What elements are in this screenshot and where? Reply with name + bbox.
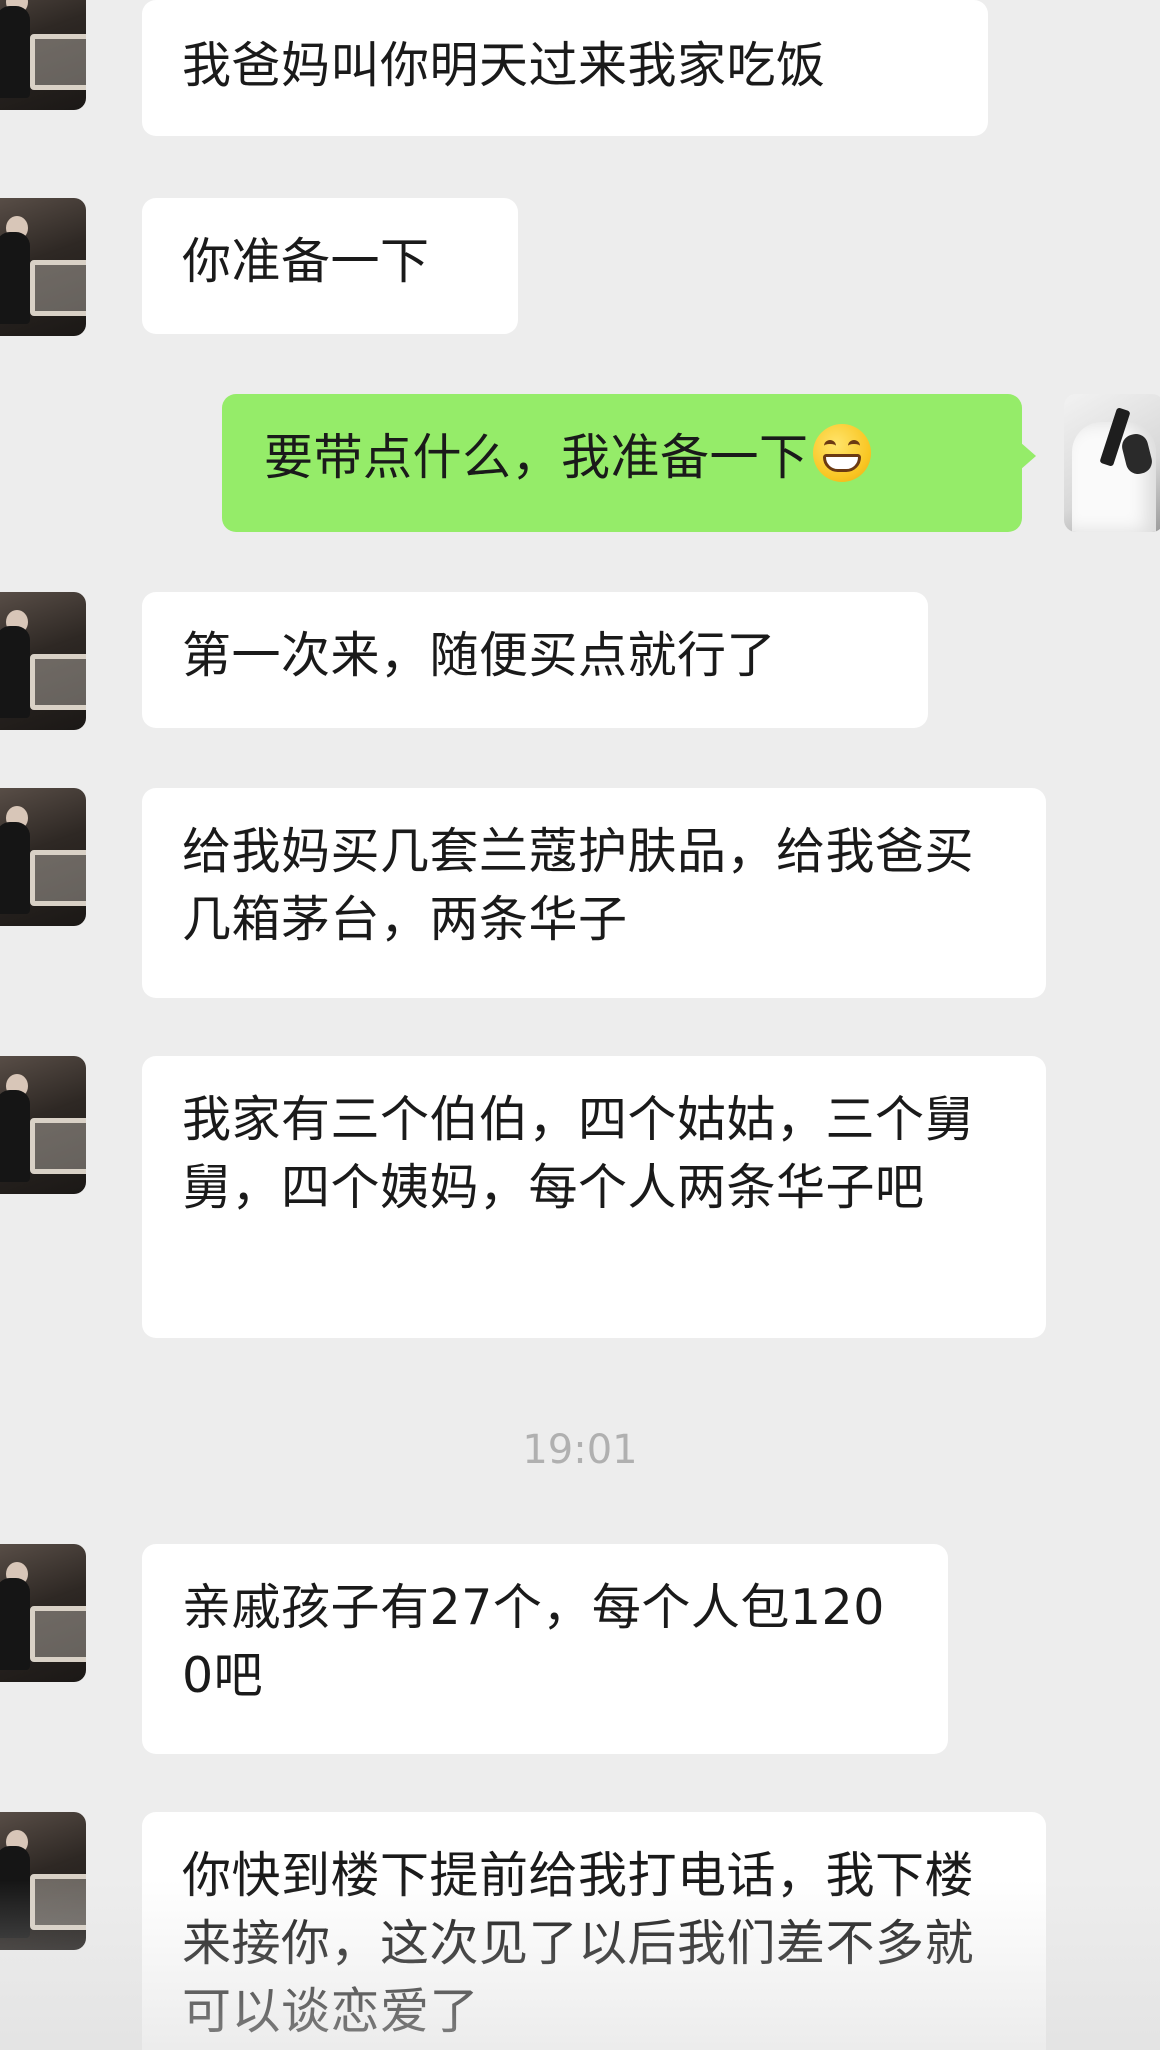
outgoing-message-bubble[interactable]: 要带点什么，我准备一下	[222, 394, 1036, 532]
avatar-chair	[30, 260, 86, 316]
chat-message-area[interactable]: 我爸妈叫你明天过来我家吃饭 你准备一下 要带点什么，我准备一下 第一次来，随便买…	[0, 0, 1160, 2050]
message-text: 要带点什么，我准备一下	[264, 429, 809, 486]
incoming-message-bubble[interactable]: 你快到楼下提前给我打电话，我下楼来接你，这次见了以后我们差不多就可以谈恋爱了	[142, 1812, 1046, 2050]
contact-avatar[interactable]	[0, 592, 86, 730]
avatar-chair	[30, 1118, 86, 1174]
contact-avatar[interactable]	[0, 1544, 86, 1682]
my-avatar[interactable]	[1064, 394, 1160, 532]
contact-avatar[interactable]	[0, 1056, 86, 1194]
incoming-message-bubble[interactable]: 亲戚孩子有27个，每个人包1200吧	[142, 1544, 948, 1754]
avatar-figure	[0, 1090, 30, 1182]
avatar-figure	[0, 1578, 30, 1670]
message-text: 第一次来，随便买点就行了	[182, 627, 777, 684]
avatar-chair	[30, 654, 86, 710]
avatar-chair	[30, 1606, 86, 1662]
message-text: 我家有三个伯伯，四个姑姑，三个舅舅，四个姨妈，每个人两条华子吧	[182, 1091, 975, 1216]
contact-avatar[interactable]	[0, 1812, 86, 1950]
contact-avatar[interactable]	[0, 0, 86, 110]
incoming-message-bubble[interactable]: 第一次来，随便买点就行了	[142, 592, 928, 728]
grinning-face-emoji-icon	[812, 424, 871, 482]
avatar-figure	[0, 6, 30, 98]
incoming-message-bubble[interactable]: 我爸妈叫你明天过来我家吃饭	[142, 0, 988, 136]
message-text: 给我妈买几套兰蔻护肤品，给我爸买几箱茅台，两条华子	[182, 823, 975, 948]
avatar-chair	[30, 34, 86, 90]
avatar-figure	[0, 1846, 30, 1938]
avatar-figure	[0, 822, 30, 914]
incoming-message-bubble[interactable]: 给我妈买几套兰蔻护肤品，给我爸买几箱茅台，两条华子	[142, 788, 1046, 998]
message-text: 你准备一下	[182, 233, 430, 290]
avatar-chair	[30, 1874, 86, 1930]
message-text: 我爸妈叫你明天过来我家吃饭	[182, 37, 826, 94]
message-timestamp: 19:01	[522, 1427, 638, 1473]
contact-avatar[interactable]	[0, 198, 86, 336]
avatar-figure	[0, 626, 30, 718]
avatar-chair	[30, 850, 86, 906]
contact-avatar[interactable]	[0, 788, 86, 926]
incoming-message-bubble[interactable]: 你准备一下	[142, 198, 518, 334]
avatar-figure	[0, 232, 30, 324]
incoming-message-bubble[interactable]: 我家有三个伯伯，四个姑姑，三个舅舅，四个姨妈，每个人两条华子吧	[142, 1056, 1046, 1338]
message-text: 亲戚孩子有27个，每个人包1200吧	[182, 1579, 885, 1704]
message-text: 你快到楼下提前给我打电话，我下楼来接你，这次见了以后我们差不多就可以谈恋爱了	[182, 1847, 975, 2040]
